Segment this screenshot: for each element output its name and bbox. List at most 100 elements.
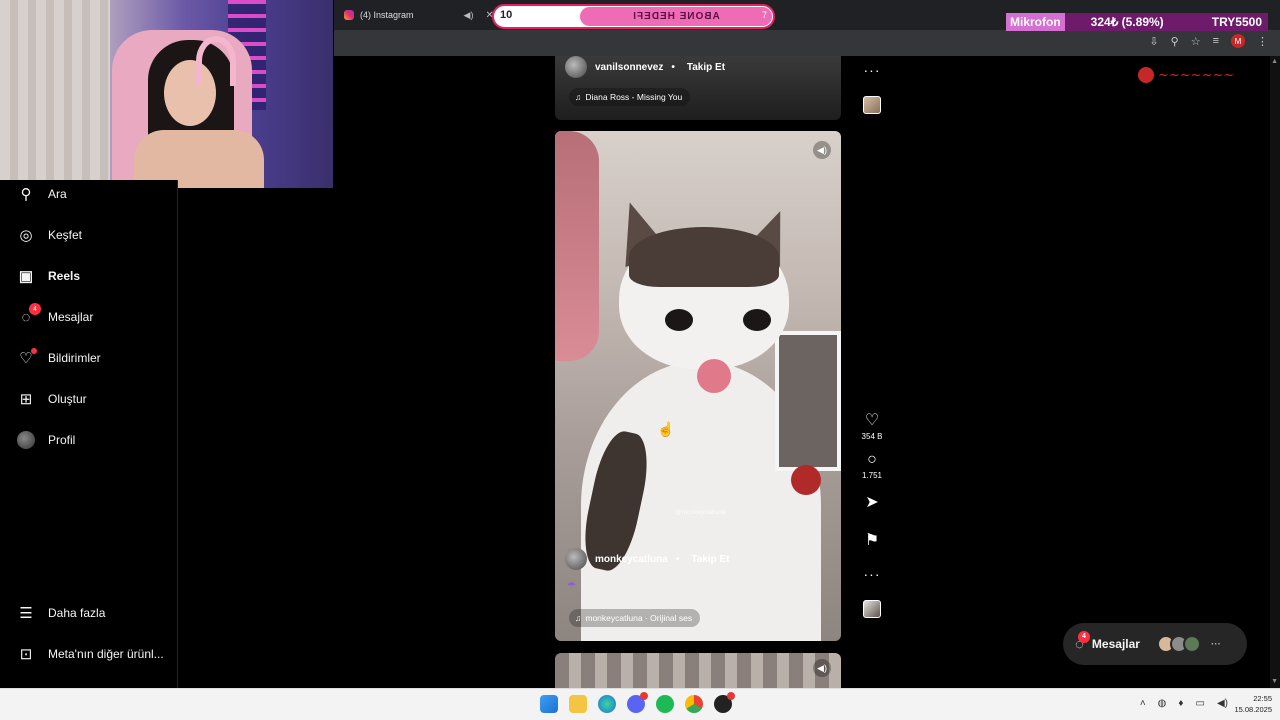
follow-button[interactable]: Takip Et (687, 62, 725, 73)
media-icon[interactable]: ≡ (1213, 35, 1219, 47)
background-flower (791, 465, 821, 495)
nav-label: Meta'nın diğer ürünl... (48, 647, 164, 661)
windows-taskbar: ˄ ◍ ♦ ▭ ◀) 22:55 15.08.2025 (0, 688, 1280, 720)
audio-thumbnail[interactable] (863, 600, 881, 618)
chevron-up-icon[interactable]: ˄ (1140, 698, 1146, 709)
discord-icon[interactable] (627, 692, 648, 713)
sidebar-nav: ⚲ Ara ◎ Keşfet ▣ Reels ◌ 4 Mesajlar ♡ Bil… (0, 180, 178, 688)
reel-audio-top[interactable]: ♫ Diana Ross - Missing You (569, 88, 691, 106)
spotify-icon[interactable] (656, 695, 674, 713)
nav-item-explore[interactable]: ◎ Keşfet (17, 226, 82, 244)
kebab-menu-icon[interactable]: ⋮ (1257, 35, 1268, 48)
heart-icon: ♡ (17, 348, 37, 367)
nav-label: Keşfet (48, 228, 83, 242)
nav-label: Reels (48, 269, 81, 283)
network-icon[interactable]: ◍ (1158, 698, 1167, 709)
donation-goal-bar: Mikrofon 324₺ (5.89%) TRY5500 (1006, 13, 1268, 31)
chrome-icon[interactable] (685, 695, 703, 713)
audio-thumbnail[interactable] (863, 96, 881, 114)
reel-actions-top: ··· (856, 62, 888, 114)
profile-avatar[interactable]: M (1231, 34, 1245, 48)
nav-label: Ara (48, 187, 67, 201)
dot-separator: • (675, 553, 680, 565)
install-icon[interactable]: ⇩ (1149, 35, 1158, 48)
share-button[interactable]: ➤ (865, 492, 878, 512)
browser-tab-instagram[interactable]: (4) Instagram ◀) ✕ (344, 4, 494, 26)
comment-count: 1.751 (861, 471, 883, 480)
save-button[interactable]: ⚑ (865, 530, 879, 550)
reel-username[interactable]: vanilsonnevez (595, 62, 663, 73)
send-icon: ➤ (865, 494, 879, 511)
nav-item-create[interactable]: ⊞ Oluştur (17, 390, 87, 408)
nav-item-search[interactable]: ⚲ Ara (17, 185, 67, 203)
follow-button[interactable]: Takip Et (691, 554, 729, 565)
plus-square-icon: ⊞ (19, 391, 33, 408)
messenger-icon: ◌ 4 (1075, 630, 1090, 653)
nav-item-reels[interactable]: ▣ Reels (17, 267, 80, 285)
nav-item-meta-products[interactable]: ⊡ Meta'nın diğer ürünl... (17, 645, 164, 663)
mic-label: Mikrofon (1006, 13, 1065, 31)
nav-label: Profil (48, 433, 76, 447)
reel-audio-main[interactable]: ♫ monkeycatluna · Orijinal ses (569, 609, 701, 627)
notification-dot (31, 348, 37, 354)
cat-eye-right (743, 309, 771, 331)
bookmark-icon: ⚑ (864, 532, 880, 549)
logo-script: ~~~~~~~ (1158, 67, 1235, 83)
system-clock[interactable]: 22:55 15.08.2025 (1234, 693, 1272, 715)
nav-item-messages[interactable]: ◌ 4 Mesajlar (17, 303, 93, 326)
reel-next[interactable]: ◀) (555, 653, 841, 688)
tab-audio-icon[interactable]: ◀) (464, 10, 474, 21)
curtain (0, 0, 110, 188)
scroll-up-arrow-icon[interactable]: ▲ (1271, 58, 1278, 65)
notification-dot (640, 692, 648, 700)
volume-icon[interactable]: ◀) (1217, 698, 1228, 709)
reel-user-top[interactable]: vanilsonnevez • Takip Et (565, 56, 725, 78)
reel-video-main[interactable]: ◀) ☝ @monkeycatluna monkeycatluna • Taki… (555, 131, 841, 641)
umbrella-icon: ☂ (567, 581, 576, 592)
like-count: 354 B (861, 432, 883, 441)
edge-icon[interactable] (598, 695, 616, 713)
nav-item-profile[interactable]: Profil (17, 431, 75, 449)
more-dots-icon: ··· (1210, 638, 1221, 650)
more-options-icon[interactable]: ··· (864, 566, 881, 582)
file-explorer-icon[interactable] (569, 695, 587, 713)
menu-icon: ☰ (19, 605, 33, 622)
apps-icon: ⊡ (19, 646, 33, 663)
nav-item-notifications[interactable]: ♡ Bildirimler (17, 348, 101, 367)
message-avatars (1156, 635, 1201, 653)
nav-item-more[interactable]: ☰ Daha fazla (17, 604, 105, 622)
obs-icon[interactable] (714, 692, 735, 713)
page-scrollbar[interactable] (1270, 56, 1280, 688)
tab-title: (4) Instagram (360, 10, 414, 20)
nav-label: Oluştur (48, 392, 87, 406)
instagram-favicon-icon (344, 10, 354, 20)
heart-icon: ♡ (864, 412, 880, 429)
streamer-logo: ~~~~~~~ (1138, 64, 1248, 86)
bookmark-star-icon[interactable]: ☆ (1191, 35, 1201, 48)
audio-label: monkeycatluna · Orijinal ses (585, 613, 693, 623)
like-button[interactable]: ♡ 354 B (862, 410, 883, 441)
browser-address-bar (334, 30, 1280, 56)
dot-separator: • (671, 61, 675, 73)
compass-icon: ◎ (19, 227, 33, 244)
mouse-cursor-icon: ☝ (657, 421, 675, 437)
microphone-icon[interactable]: ♦ (1178, 698, 1183, 709)
cat-eye-left (665, 309, 693, 331)
music-note-icon: ♫ (575, 613, 582, 623)
avatar[interactable] (565, 56, 587, 78)
volume-icon[interactable]: ◀) (813, 141, 831, 159)
display-icon[interactable]: ▭ (1196, 698, 1205, 709)
volume-icon[interactable]: ◀) (813, 659, 831, 677)
scroll-down-arrow-icon[interactable]: ▼ (1271, 678, 1278, 685)
comment-button[interactable]: ○ 1.751 (862, 451, 882, 480)
mic-amount: 324₺ (5.89%) (1090, 15, 1164, 29)
taskbar-apps (540, 692, 735, 713)
zoom-icon[interactable]: ⚲ (1171, 35, 1179, 48)
reel-user-main[interactable]: monkeycatluna • Takip Et (565, 548, 729, 570)
reel-previous[interactable]: vanilsonnevez • Takip Et ♫ Diana Ross - … (555, 56, 841, 120)
more-options-icon[interactable]: ··· (864, 62, 881, 78)
messages-floating-button[interactable]: ◌ 4 Mesajlar ··· (1063, 623, 1247, 665)
reel-username[interactable]: monkeycatluna (595, 554, 668, 565)
avatar[interactable] (565, 548, 587, 570)
windows-start-icon[interactable] (540, 695, 558, 713)
